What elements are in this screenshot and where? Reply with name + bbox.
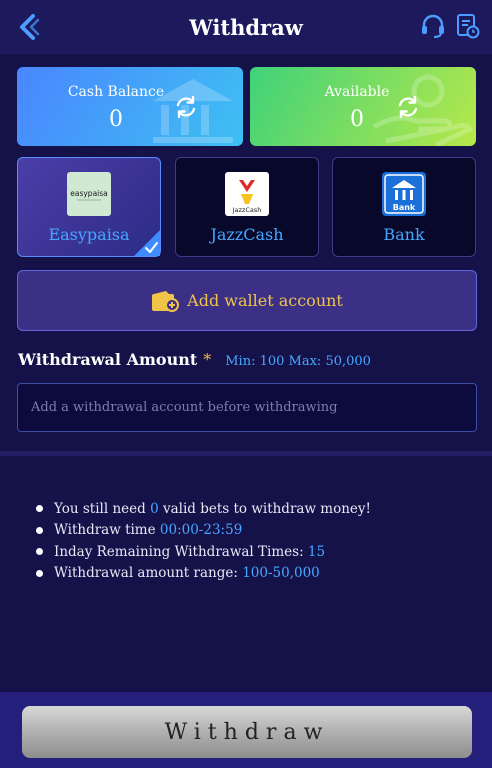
headset-icon[interactable] xyxy=(420,13,446,39)
withdrawal-amount-row: Withdrawal Amount * Min: 100 Max: 50,000 xyxy=(18,350,371,372)
available-label: Available xyxy=(324,84,390,100)
svg-text:easypaisa: easypaisa xyxy=(70,189,108,198)
available-value: 0 xyxy=(350,107,364,132)
remaining-bets: 0 xyxy=(150,500,159,517)
method-jazzcash[interactable]: JazzCash JazzCash xyxy=(175,157,319,257)
checkmark-icon xyxy=(134,230,160,256)
bullet-icon xyxy=(36,548,43,556)
tip-withdraw-time: Withdraw time 00:00-23:59 xyxy=(36,520,371,542)
amount-range: Min: 100 Max: 50,000 xyxy=(225,354,371,369)
tip-amount-range: Withdrawal amount range: 100-50,000 xyxy=(36,563,371,585)
section-divider xyxy=(0,451,492,456)
header: Withdraw xyxy=(0,0,492,54)
svg-text:Bank: Bank xyxy=(393,203,416,212)
cash-balance-card: Cash Balance 0 xyxy=(17,67,243,146)
tip-valid-bets: You still need 0 valid bets to withdraw … xyxy=(36,498,371,520)
required-mark: * xyxy=(203,350,212,369)
bullet-icon xyxy=(36,505,43,513)
withdraw-time-value: 00:00-23:59 xyxy=(159,522,243,539)
withdrawal-amount-input[interactable] xyxy=(17,383,477,432)
remaining-times-value: 15 xyxy=(307,543,326,560)
refresh-icon[interactable] xyxy=(173,94,199,120)
method-label: JazzCash xyxy=(210,225,284,244)
jazzcash-logo: JazzCash xyxy=(225,172,269,216)
wallet-add-icon xyxy=(152,290,180,312)
add-wallet-button[interactable]: Add wallet account xyxy=(17,270,477,331)
bank-logo: Bank xyxy=(382,172,426,216)
method-label: Bank xyxy=(383,225,425,244)
withdrawal-amount-label: Withdrawal Amount xyxy=(18,350,198,369)
withdraw-tips: You still need 0 valid bets to withdraw … xyxy=(36,498,371,584)
method-bank[interactable]: Bank Bank xyxy=(332,157,476,257)
bullet-icon xyxy=(36,569,43,577)
records-icon[interactable] xyxy=(456,13,480,39)
tip-remaining-times: Inday Remaining Withdrawal Times: 15 xyxy=(36,541,371,563)
available-balance-card: Available 0 xyxy=(250,67,476,146)
bullet-icon xyxy=(36,526,43,534)
add-wallet-label: Add wallet account xyxy=(187,291,343,310)
page-title: Withdraw xyxy=(189,14,303,40)
svg-text:JazzCash: JazzCash xyxy=(232,206,262,214)
method-easypaisa[interactable]: easypaisa Easypaisa xyxy=(17,157,161,257)
back-arrow-icon[interactable] xyxy=(14,12,44,42)
withdraw-button[interactable]: Withdraw xyxy=(22,706,472,758)
easypaisa-logo: easypaisa xyxy=(67,172,111,216)
amount-range-value: 100-50,000 xyxy=(242,565,320,582)
refresh-icon[interactable] xyxy=(395,94,421,120)
